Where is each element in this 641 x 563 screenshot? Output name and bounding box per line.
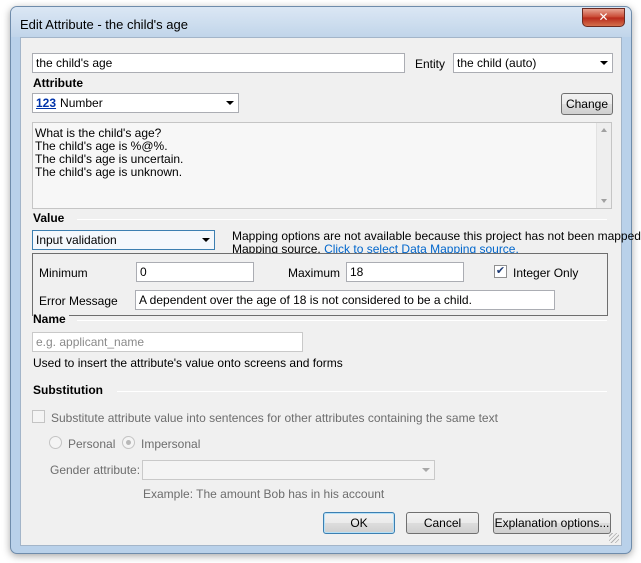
title-bar[interactable]: Edit Attribute - the child's age ✕ xyxy=(11,7,631,37)
attribute-sentences-textarea[interactable]: What is the child's age? The child's age… xyxy=(32,122,612,209)
impersonal-label: Impersonal xyxy=(141,437,201,451)
entity-label: Entity xyxy=(415,57,446,71)
change-button[interactable]: Change xyxy=(561,93,613,115)
vertical-scrollbar[interactable] xyxy=(596,123,611,208)
dialog-client-area: the child's age Entity the child (auto) … xyxy=(20,37,641,546)
substitute-checkbox[interactable] xyxy=(32,410,45,423)
chevron-down-icon xyxy=(202,238,210,242)
integer-only-label: Integer Only xyxy=(513,266,579,280)
attribute-type-value: Number xyxy=(60,96,103,110)
name-heading: Name xyxy=(33,312,69,326)
impersonal-radio[interactable] xyxy=(122,436,135,449)
close-button[interactable]: ✕ xyxy=(582,8,625,27)
gender-attribute-label: Gender attribute: xyxy=(50,463,141,477)
scroll-down-icon[interactable] xyxy=(601,199,607,203)
edit-attribute-dialog: Edit Attribute - the child's age ✕ the c… xyxy=(10,6,641,554)
chevron-down-icon xyxy=(226,101,234,105)
cancel-button[interactable]: Cancel xyxy=(406,512,479,534)
window-title: Edit Attribute - the child's age xyxy=(20,17,188,32)
maximum-label: Maximum xyxy=(288,266,341,280)
section-divider xyxy=(77,320,607,321)
value-mode-select[interactable]: Input validation xyxy=(32,230,215,250)
minimum-label: Minimum xyxy=(39,266,88,280)
value-heading: Value xyxy=(33,211,65,225)
attribute-text-input[interactable]: the child's age xyxy=(32,53,405,73)
personal-label: Personal xyxy=(68,437,116,451)
resize-grip-icon[interactable] xyxy=(609,533,619,543)
validation-group: Minimum 0 Maximum 18 ✔ Integer Only Erro… xyxy=(32,253,608,316)
example-text: Example: The amount Bob has in his accou… xyxy=(143,487,385,501)
minimum-input[interactable]: 0 xyxy=(136,262,254,282)
entity-select[interactable]: the child (auto) xyxy=(453,53,613,73)
error-message-label: Error Message xyxy=(39,294,118,308)
value-mode-value: Input validation xyxy=(36,233,117,247)
number-type-icon: 123 xyxy=(36,96,57,110)
name-input[interactable]: e.g. applicant_name xyxy=(32,332,303,352)
entity-select-value: the child (auto) xyxy=(457,56,537,70)
checkmark-icon: ✔ xyxy=(495,265,506,277)
close-icon: ✕ xyxy=(598,10,609,24)
sentences-list: What is the child's age? The child's age… xyxy=(35,127,183,179)
integer-only-checkbox[interactable]: ✔ xyxy=(494,265,507,278)
chevron-down-icon xyxy=(600,61,608,65)
name-help-text: Used to insert the attribute's value ont… xyxy=(33,356,343,370)
explanation-options-button[interactable]: Explanation options... xyxy=(493,512,611,534)
attribute-type-select[interactable]: 123 Number xyxy=(32,93,239,113)
gender-attribute-select[interactable] xyxy=(142,460,435,480)
error-message-input[interactable]: A dependent over the age of 18 is not co… xyxy=(135,290,555,310)
ok-button[interactable]: OK xyxy=(323,512,395,534)
section-divider xyxy=(77,219,607,220)
chevron-down-icon xyxy=(422,468,430,472)
attribute-heading: Attribute xyxy=(33,76,83,90)
substitution-heading: Substitution xyxy=(33,383,103,397)
sentence-line: The child's age is unknown. xyxy=(35,165,183,179)
maximum-input[interactable]: 18 xyxy=(346,262,464,282)
substitute-label: Substitute attribute value into sentence… xyxy=(51,411,498,425)
mapping-note: Mapping options are not available becaus… xyxy=(232,229,641,243)
scroll-up-icon[interactable] xyxy=(601,128,607,132)
section-divider xyxy=(117,391,607,392)
personal-radio[interactable] xyxy=(49,436,62,449)
